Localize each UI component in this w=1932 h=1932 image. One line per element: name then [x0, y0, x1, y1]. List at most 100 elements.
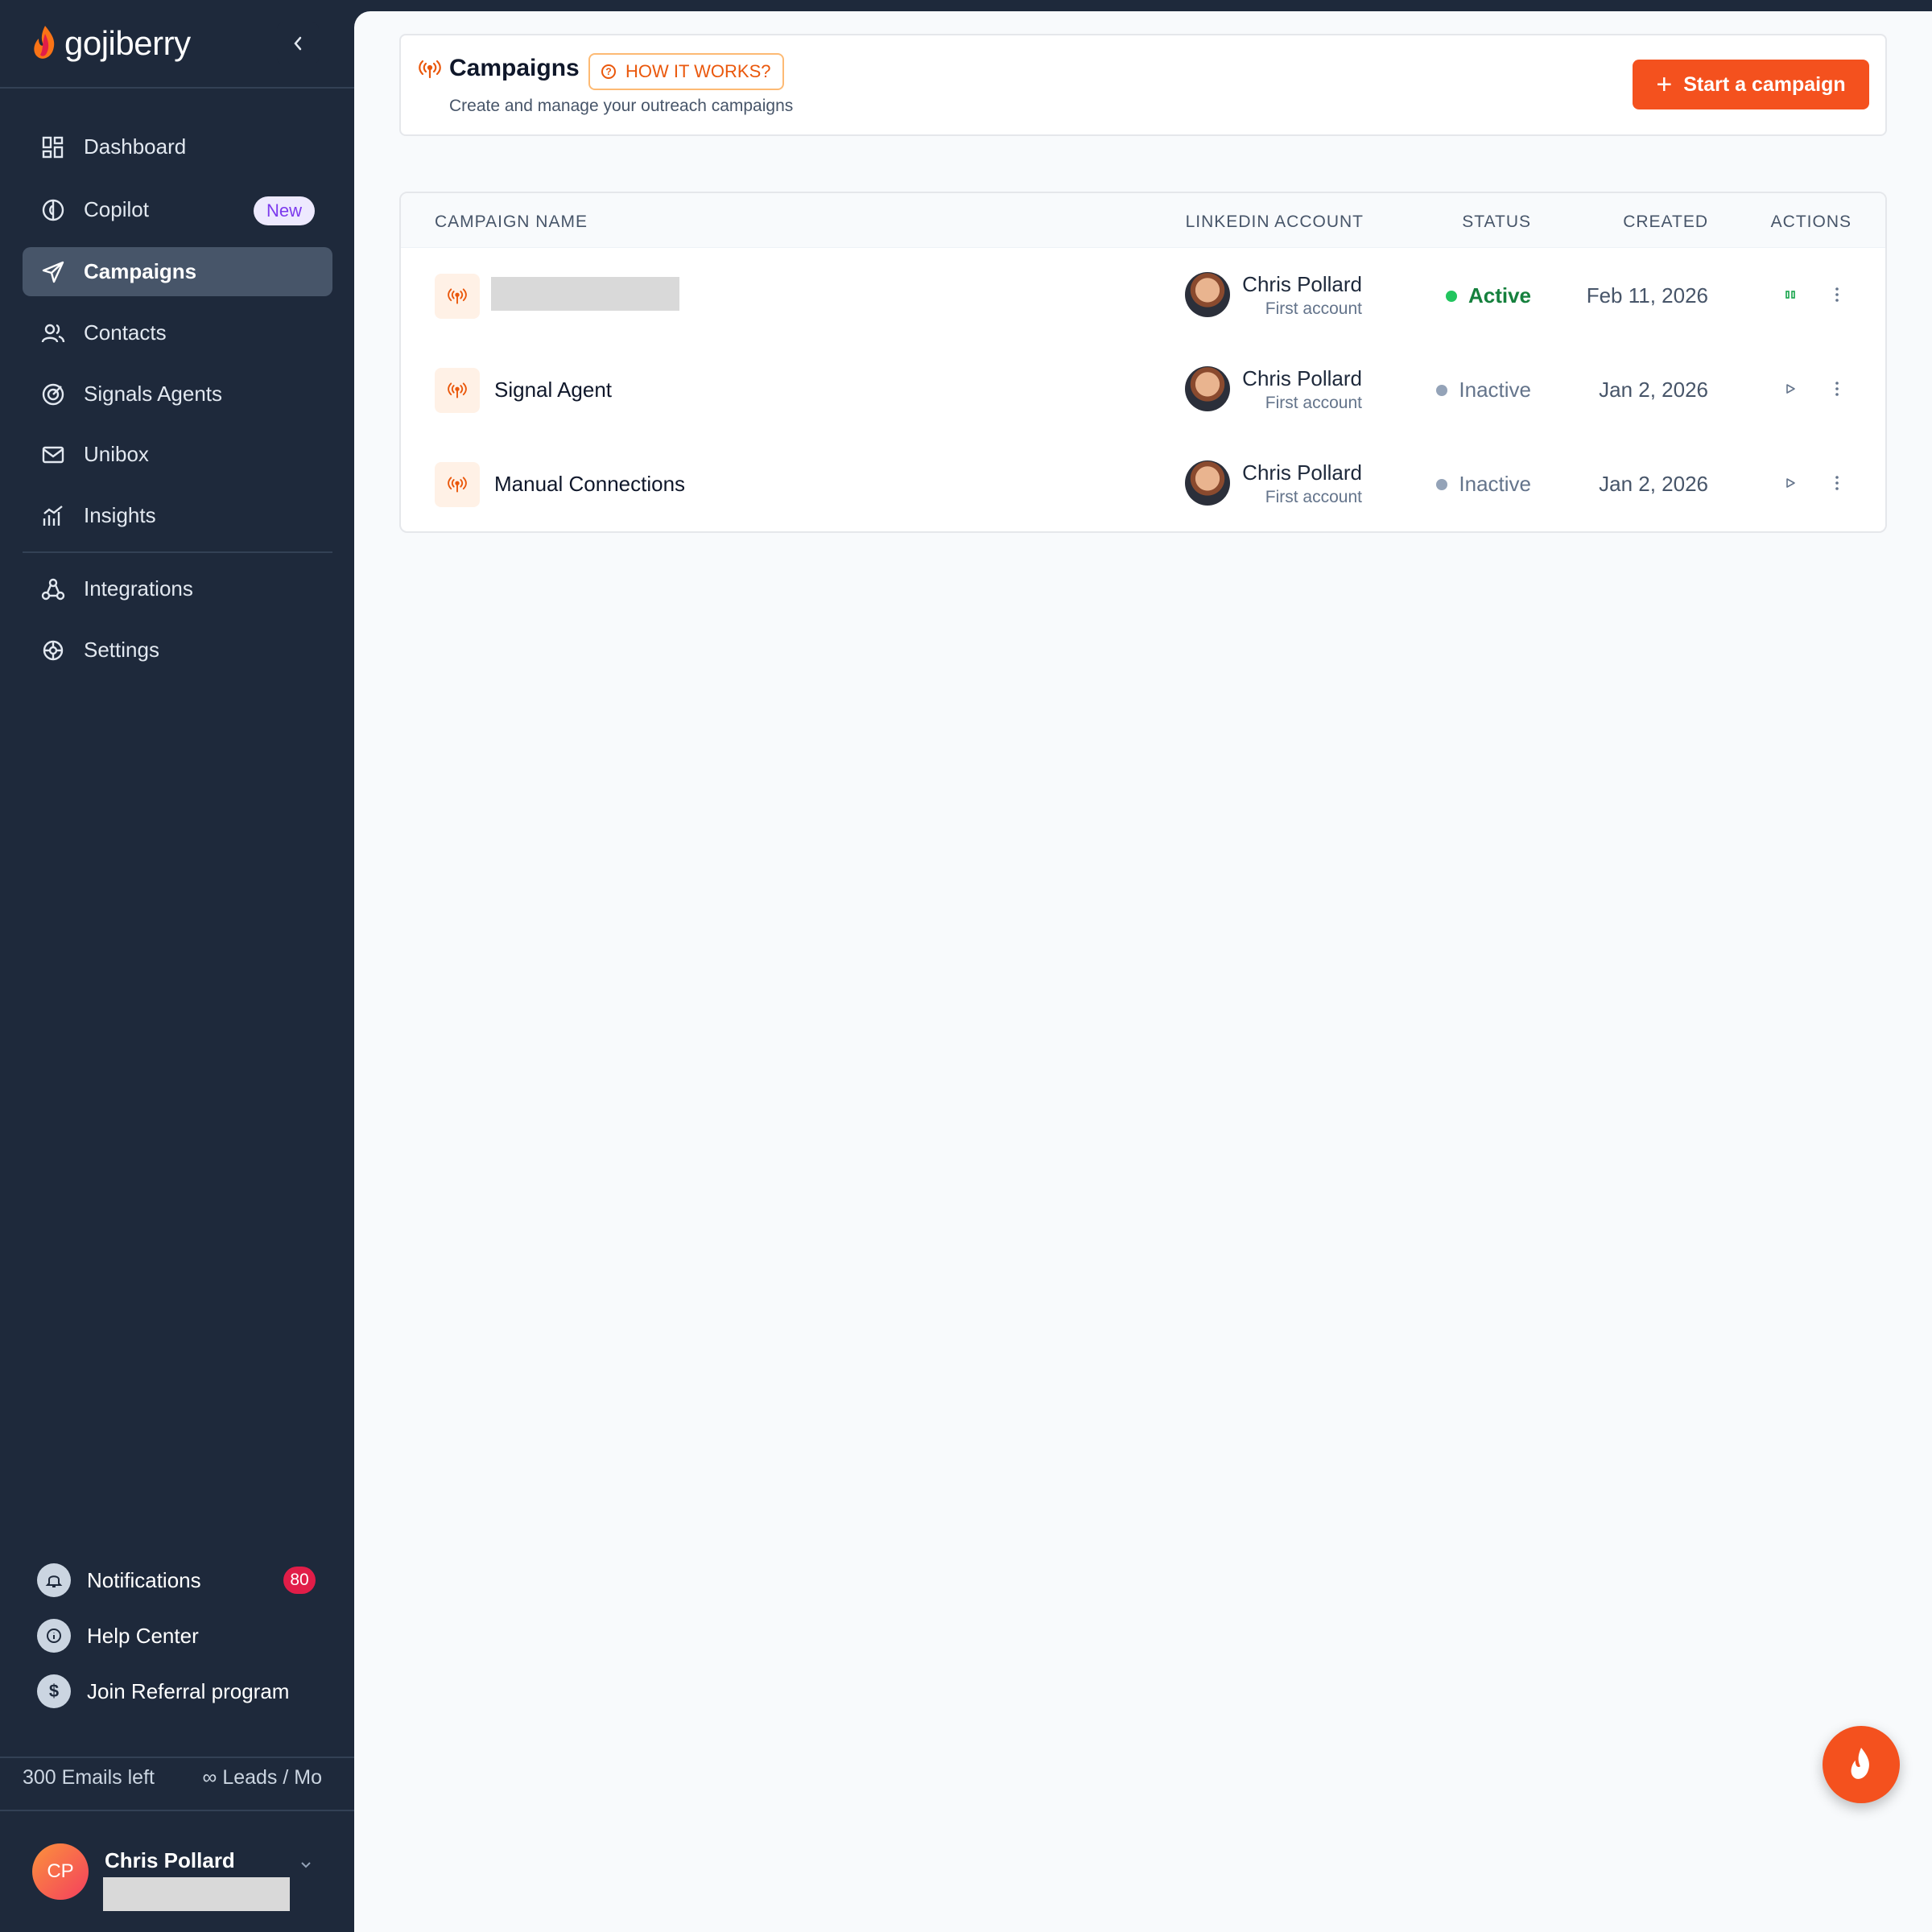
created-date: Feb 11, 2026: [1586, 283, 1708, 308]
table-row[interactable]: Signal Agent Chris Pollard First account…: [401, 342, 1885, 436]
sidebar-divider: [0, 87, 354, 89]
broadcast-icon: [435, 368, 480, 413]
start-campaign-label: Start a campaign: [1683, 72, 1846, 96]
broadcast-icon: [419, 60, 441, 79]
help-center-label: Help Center: [87, 1623, 199, 1648]
column-header-status[interactable]: STATUS: [1462, 213, 1531, 232]
app-name: gojiberry: [64, 24, 191, 62]
table-row[interactable]: Manual Connections Chris Pollard First a…: [401, 436, 1885, 530]
target-icon: [40, 382, 66, 407]
flame-icon: [1851, 1748, 1869, 1779]
leads-per-month: ∞ Leads / Mo: [202, 1766, 322, 1789]
start-campaign-button[interactable]: + Start a campaign: [1633, 60, 1869, 109]
sidebar-item-integrations[interactable]: Integrations: [23, 564, 332, 613]
campaign-name[interactable]: Signal Agent: [494, 378, 612, 402]
avatar: CP: [32, 1843, 89, 1900]
more-options-button[interactable]: [1826, 378, 1848, 400]
users-icon: [40, 320, 66, 346]
user-name: Chris Pollard: [105, 1848, 235, 1872]
more-vertical-icon: [1835, 476, 1839, 490]
avatar: [1185, 366, 1230, 411]
status-badge: Active: [1445, 283, 1531, 308]
plus-icon: +: [1656, 69, 1673, 100]
sidebar-item-unibox[interactable]: Unibox: [23, 430, 332, 479]
notifications-item[interactable]: Notifications 80: [37, 1561, 327, 1600]
grid-icon: [40, 134, 66, 160]
status-dot: [1445, 290, 1457, 302]
page-subtitle: Create and manage your outreach campaign…: [449, 97, 794, 115]
sidebar-item-label: Signals Agents: [84, 382, 223, 406]
more-options-button[interactable]: [1826, 283, 1848, 306]
chevron-left-icon: [294, 36, 302, 51]
more-options-button[interactable]: [1826, 472, 1848, 494]
sidebar-item-contacts[interactable]: Contacts: [23, 308, 332, 357]
sidebar-item-label: Insights: [84, 503, 156, 527]
notifications-label: Notifications: [87, 1567, 201, 1592]
sidebar-item-insights[interactable]: Insights: [23, 491, 332, 540]
status-dot: [1436, 478, 1448, 490]
chat-launcher-button[interactable]: [1823, 1726, 1900, 1803]
sidebar-item-signals-agents[interactable]: Signals Agents: [23, 369, 332, 419]
broadcast-icon: [435, 462, 480, 507]
sidebar-item-label: Dashboard: [84, 134, 187, 159]
status-dot: [1436, 384, 1448, 396]
sidebar-item-settings[interactable]: Settings: [23, 625, 332, 675]
status-label: Inactive: [1459, 472, 1531, 496]
play-icon: [1786, 478, 1795, 488]
new-badge: New: [253, 196, 315, 225]
settings-icon: [40, 638, 66, 663]
account-name: Chris Pollard: [1242, 366, 1362, 390]
sidebar-item-label: Integrations: [84, 576, 193, 601]
sidebar-item-campaigns[interactable]: Campaigns: [23, 247, 332, 296]
how-it-works-label: HOW IT WORKS?: [625, 61, 771, 81]
sidebar-divider: [0, 1810, 354, 1811]
account-name: Chris Pollard: [1242, 460, 1362, 485]
pause-button[interactable]: [1779, 283, 1802, 306]
status-badge: Inactive: [1436, 378, 1531, 402]
play-button[interactable]: [1779, 378, 1802, 400]
page-header: Campaigns ? HOW IT WORKS? Create and man…: [399, 34, 1887, 136]
brain-icon: [40, 197, 66, 223]
table-row[interactable]: Chris Pollard First account Active Feb 1…: [401, 248, 1885, 342]
account-sub: First account: [1265, 488, 1362, 506]
sidebar-item-label: Copilot: [84, 197, 149, 221]
page-title: Campaigns: [449, 55, 580, 81]
more-vertical-icon: [1835, 382, 1839, 396]
chart-icon: [40, 503, 66, 529]
play-button[interactable]: [1779, 472, 1802, 494]
sidebar-divider: [0, 1757, 354, 1758]
sidebar-item-copilot[interactable]: Copilot New: [23, 185, 332, 234]
send-icon: [40, 259, 66, 285]
campaigns-table: CAMPAIGN NAME LINKEDIN ACCOUNT STATUS CR…: [399, 192, 1887, 533]
mail-icon: [40, 442, 66, 468]
column-header-actions: ACTIONS: [1770, 213, 1852, 231]
status-label: Inactive: [1459, 378, 1531, 402]
table-header: CAMPAIGN NAME LINKEDIN ACCOUNT STATUS CR…: [401, 193, 1885, 248]
created-date: Jan 2, 2026: [1599, 378, 1708, 402]
account-name: Chris Pollard: [1242, 272, 1362, 296]
collapse-sidebar-button[interactable]: [277, 23, 319, 64]
flame-logo-icon: [34, 26, 55, 59]
how-it-works-button[interactable]: ? HOW IT WORKS?: [588, 53, 784, 90]
more-vertical-icon: [1835, 287, 1839, 302]
sidebar-item-label: Unibox: [84, 442, 149, 466]
user-menu[interactable]: CP Chris Pollard: [32, 1843, 330, 1916]
integrations-icon: [40, 576, 66, 602]
referral-item[interactable]: $ Join Referral program: [37, 1672, 327, 1711]
sidebar-item-label: Settings: [84, 638, 159, 662]
bell-icon: [37, 1563, 71, 1597]
sidebar-item-label: Contacts: [84, 320, 167, 345]
redacted-email: [103, 1877, 290, 1911]
column-header-account[interactable]: LINKEDIN ACCOUNT: [1186, 213, 1364, 232]
dollar-icon: $: [37, 1674, 71, 1708]
account-sub: First account: [1265, 394, 1362, 412]
sidebar: gojiberry Dashboard Copilot New Campaign…: [0, 0, 354, 1932]
account-sub: First account: [1265, 299, 1362, 318]
help-center-item[interactable]: Help Center: [37, 1616, 327, 1655]
campaign-name[interactable]: Manual Connections: [494, 472, 685, 497]
column-header-created[interactable]: CREATED: [1623, 213, 1708, 232]
sidebar-item-dashboard[interactable]: Dashboard: [23, 122, 332, 171]
column-header-name[interactable]: CAMPAIGN NAME: [435, 213, 588, 232]
redacted-campaign-name: [491, 277, 679, 311]
broadcast-icon: [435, 274, 480, 319]
